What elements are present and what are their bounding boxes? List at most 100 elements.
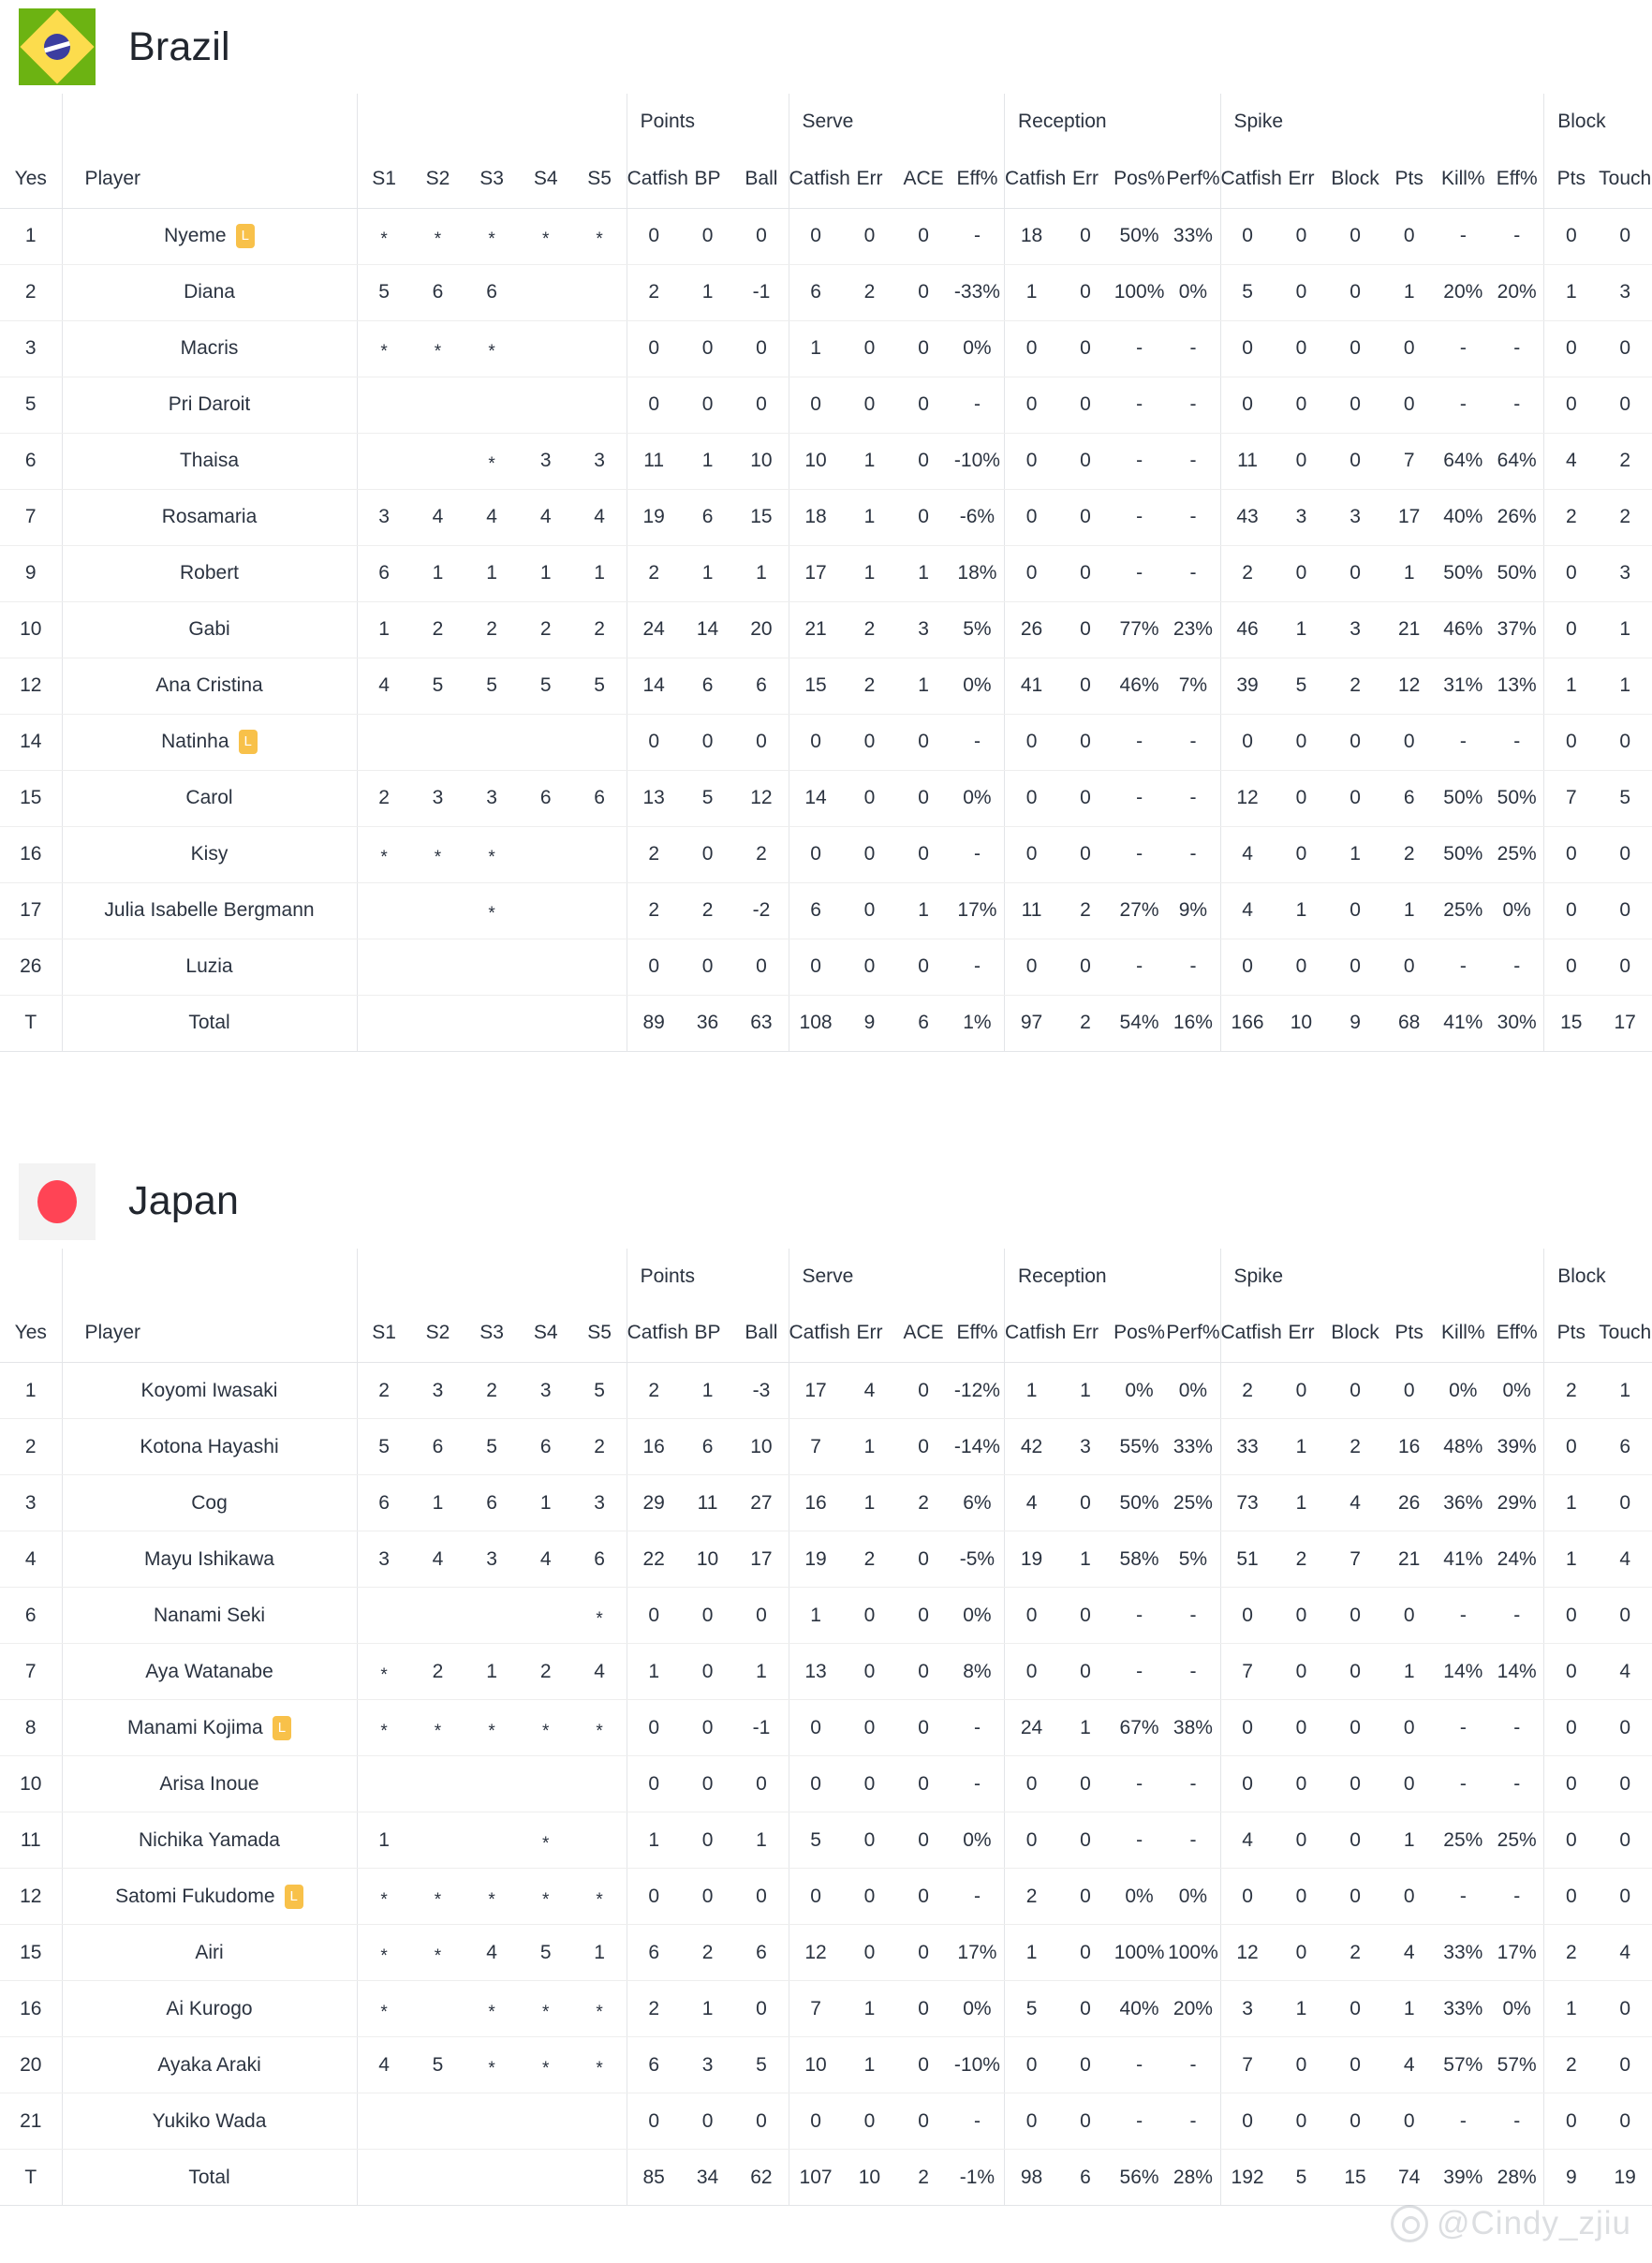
points-cell: -1 bbox=[734, 264, 789, 321]
table-row: 7 Rosamaria 3 4 4 4 4 19 6 15 18 1 0 -6% 0 0- -43 3 3 17 40%… bbox=[0, 489, 1652, 546]
table-row: 20 Ayaka Araki 4 5 * * * 6 3 5 10 1 0 -10% 0 0- -7 0 0 4 57%… bbox=[0, 2036, 1652, 2093]
reception-cell: 33% bbox=[1166, 1418, 1220, 1475]
group-reception: Reception bbox=[1004, 94, 1220, 150]
spike-cell: 0 bbox=[1328, 208, 1382, 265]
points-cell: 2 bbox=[626, 882, 681, 939]
set-cell: 5 bbox=[410, 658, 465, 715]
col-yes: Yes bbox=[0, 150, 62, 209]
points-cell: 6 bbox=[626, 2036, 681, 2093]
spike-cell: 1 bbox=[1274, 882, 1329, 939]
libero-badge: L bbox=[235, 224, 255, 248]
col-reception-catfish: Catfish bbox=[1004, 150, 1066, 209]
col-player: Player bbox=[61, 1304, 357, 1363]
spike-cell: 0 bbox=[1328, 1643, 1382, 1700]
set-star: * bbox=[596, 229, 603, 249]
set-cell: 1 bbox=[572, 1924, 627, 1981]
spike-cell: 25% bbox=[1436, 882, 1491, 939]
spike-cell: 57% bbox=[1490, 2036, 1544, 2093]
points-cell: 1 bbox=[734, 1643, 789, 1700]
set-cell: * bbox=[572, 1587, 627, 1644]
spike-cell: 0 bbox=[1274, 264, 1329, 321]
spike-cell: 0% bbox=[1436, 1362, 1491, 1419]
col-points-bp: BP bbox=[680, 150, 735, 209]
col-set-s2: S2 bbox=[410, 150, 465, 209]
set-cell: 2 bbox=[518, 1643, 573, 1700]
spike-cell: 0 bbox=[1274, 1699, 1329, 1756]
spike-cell: 68 bbox=[1381, 995, 1437, 1052]
spike-cell: 0 bbox=[1328, 1980, 1382, 2037]
spike-cell: 36% bbox=[1436, 1474, 1491, 1531]
reception-cell: 58% bbox=[1112, 1531, 1167, 1588]
group-points: Points bbox=[626, 94, 789, 150]
table-row: 4 Mayu Ishikawa 3 4 3 4 6 22 10 17 19 2 0 -5% 19 1 58% 5%… bbox=[0, 1531, 1652, 1588]
serve-cell: - bbox=[950, 1755, 1005, 1812]
reception-cell: 0 bbox=[1004, 2036, 1059, 2093]
serve-cell: 6 bbox=[896, 995, 951, 1052]
col-reception-pospct: Pos% bbox=[1112, 1304, 1167, 1363]
spike-cell: 0 bbox=[1274, 1924, 1329, 1981]
reception-cell: - bbox=[1166, 1755, 1220, 1812]
player-cell: Nichika Yamada bbox=[61, 1812, 357, 1869]
spike-cell: 0 bbox=[1328, 2036, 1382, 2093]
group-spacer-player bbox=[61, 94, 357, 150]
reception-cell: - bbox=[1166, 826, 1220, 883]
reception-cell: 0 bbox=[1058, 714, 1113, 771]
reception-cell: - bbox=[1166, 377, 1220, 434]
spike-cell: - bbox=[1436, 1755, 1491, 1812]
spike-cell: 0 bbox=[1274, 377, 1329, 434]
block-cell: 1 bbox=[1543, 1980, 1599, 2037]
player-cell: Nanami Seki bbox=[61, 1587, 357, 1644]
spike-cell: 0 bbox=[1274, 1868, 1329, 1925]
player-cell: Gabi bbox=[61, 601, 357, 658]
player-name: Mayu Ishikawa bbox=[144, 1547, 274, 1570]
reception-cell: 100% bbox=[1112, 264, 1167, 321]
player-name: Ai Kurogo bbox=[166, 1997, 253, 2019]
points-cell: 0 bbox=[680, 939, 735, 996]
libero-badge: L bbox=[238, 730, 258, 754]
block-cell: 0 bbox=[1598, 939, 1652, 996]
block-cell: 15 bbox=[1543, 995, 1599, 1052]
points-cell: 17 bbox=[734, 1531, 789, 1588]
block-cell: 0 bbox=[1598, 2036, 1652, 2093]
col-set-s1: S1 bbox=[356, 150, 411, 209]
serve-cell: 1 bbox=[788, 320, 843, 377]
block-cell: 0 bbox=[1598, 320, 1652, 377]
table-row: 14 Natinha L 0 0 0 0 0 0-0 0- -0 0 0 0- -0 0 bbox=[0, 714, 1652, 771]
set-cell bbox=[572, 826, 627, 883]
player-cell: Natinha L bbox=[61, 714, 357, 771]
reception-cell: 0 bbox=[1058, 826, 1113, 883]
reception-cell: 0 bbox=[1058, 489, 1113, 546]
set-cell: * bbox=[356, 320, 411, 377]
set-cell: * bbox=[465, 1868, 519, 1925]
col-set-s3: S3 bbox=[465, 150, 519, 209]
player-name: Satomi Fukudome bbox=[115, 1885, 275, 1907]
serve-cell: 1 bbox=[842, 1474, 897, 1531]
points-cell: 22 bbox=[626, 1531, 681, 1588]
serve-cell: 0 bbox=[788, 714, 843, 771]
row-number: 7 bbox=[0, 1643, 62, 1700]
set-cell bbox=[572, 377, 627, 434]
spike-cell: 64% bbox=[1436, 433, 1491, 490]
serve-cell: 0 bbox=[896, 2036, 951, 2093]
reception-cell: - bbox=[1112, 2036, 1167, 2093]
set-star: * bbox=[380, 229, 388, 249]
set-cell: * bbox=[465, 208, 519, 265]
serve-cell: 9 bbox=[842, 995, 897, 1052]
serve-cell: 2 bbox=[842, 601, 897, 658]
serve-cell: 0 bbox=[896, 1587, 951, 1644]
reception-cell: 0 bbox=[1058, 1868, 1113, 1925]
block-cell: 0 bbox=[1543, 1868, 1599, 1925]
spike-cell: 20% bbox=[1490, 264, 1544, 321]
reception-cell: 0 bbox=[1058, 320, 1113, 377]
col-reception-err: Err bbox=[1058, 1304, 1113, 1363]
serve-cell: 0 bbox=[896, 939, 951, 996]
reception-cell: 2 bbox=[1058, 995, 1113, 1052]
serve-cell: 0 bbox=[788, 2093, 843, 2150]
spike-cell: 0 bbox=[1328, 377, 1382, 434]
set-star: * bbox=[541, 1833, 550, 1854]
set-cell: 4 bbox=[410, 489, 465, 546]
spike-cell: 40% bbox=[1436, 489, 1491, 546]
set-cell bbox=[356, 377, 411, 434]
serve-cell: 0% bbox=[950, 1587, 1005, 1644]
player-name: Nichika Yamada bbox=[139, 1828, 280, 1851]
